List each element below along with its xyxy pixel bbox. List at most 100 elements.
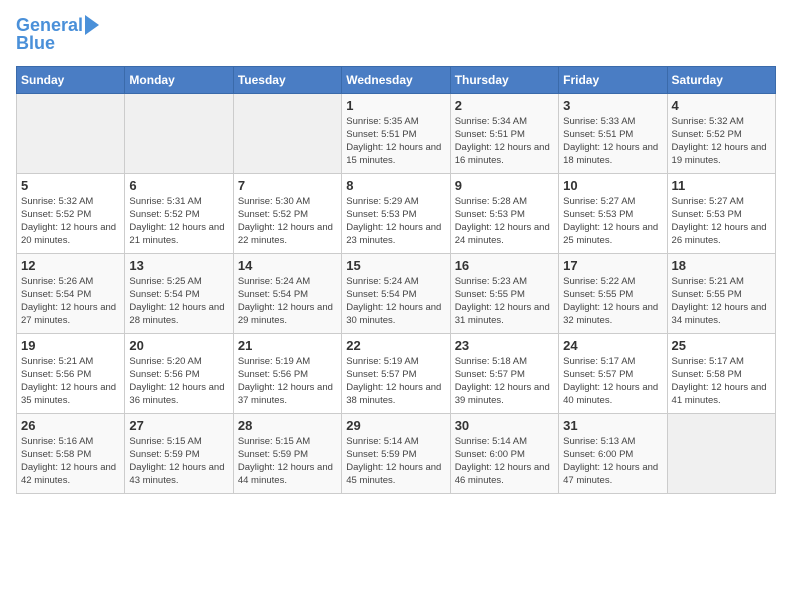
calendar-cell: 26 Sunrise: 5:16 AMSunset: 5:58 PMDayligh… [17, 413, 125, 493]
col-header-thursday: Thursday [450, 66, 558, 93]
calendar-cell: 30 Sunrise: 5:14 AMSunset: 6:00 PMDayligh… [450, 413, 558, 493]
calendar-table: SundayMondayTuesdayWednesdayThursdayFrid… [16, 66, 776, 494]
day-number: 22 [346, 338, 445, 353]
day-info: Sunrise: 5:32 AMSunset: 5:52 PMDaylight:… [672, 115, 771, 168]
day-number: 28 [238, 418, 337, 433]
day-number: 17 [563, 258, 662, 273]
calendar-cell: 14 Sunrise: 5:24 AMSunset: 5:54 PMDayligh… [233, 253, 341, 333]
day-info: Sunrise: 5:18 AMSunset: 5:57 PMDaylight:… [455, 355, 554, 408]
col-header-sunday: Sunday [17, 66, 125, 93]
calendar-cell: 1 Sunrise: 5:35 AMSunset: 5:51 PMDaylight… [342, 93, 450, 173]
day-number: 19 [21, 338, 120, 353]
day-number: 6 [129, 178, 228, 193]
day-number: 1 [346, 98, 445, 113]
calendar-cell: 28 Sunrise: 5:15 AMSunset: 5:59 PMDayligh… [233, 413, 341, 493]
day-info: Sunrise: 5:14 AMSunset: 6:00 PMDaylight:… [455, 435, 554, 488]
col-header-wednesday: Wednesday [342, 66, 450, 93]
calendar-week-3: 12 Sunrise: 5:26 AMSunset: 5:54 PMDayligh… [17, 253, 776, 333]
calendar-cell: 8 Sunrise: 5:29 AMSunset: 5:53 PMDaylight… [342, 173, 450, 253]
calendar-cell: 20Sunrise: 5:20 AMSunset: 5:56 PMDayligh… [125, 333, 233, 413]
day-info: Sunrise: 5:26 AMSunset: 5:54 PMDaylight:… [21, 275, 120, 328]
calendar-cell: 10 Sunrise: 5:27 AMSunset: 5:53 PMDayligh… [559, 173, 667, 253]
day-number: 4 [672, 98, 771, 113]
logo: General Blue [16, 16, 99, 54]
calendar-cell: 24 Sunrise: 5:17 AMSunset: 5:57 PMDayligh… [559, 333, 667, 413]
day-number: 12 [21, 258, 120, 273]
day-number: 9 [455, 178, 554, 193]
calendar-cell: 29 Sunrise: 5:14 AMSunset: 5:59 PMDayligh… [342, 413, 450, 493]
calendar-cell: 19 Sunrise: 5:21 AMSunset: 5:56 PMDayligh… [17, 333, 125, 413]
day-info: Sunrise: 5:33 AMSunset: 5:51 PMDaylight:… [563, 115, 662, 168]
calendar-cell: 7 Sunrise: 5:30 AMSunset: 5:52 PMDaylight… [233, 173, 341, 253]
day-number: 24 [563, 338, 662, 353]
day-number: 2 [455, 98, 554, 113]
calendar-cell: 12 Sunrise: 5:26 AMSunset: 5:54 PMDayligh… [17, 253, 125, 333]
calendar-week-5: 26 Sunrise: 5:16 AMSunset: 5:58 PMDayligh… [17, 413, 776, 493]
day-number: 5 [21, 178, 120, 193]
day-info: Sunrise: 5:16 AMSunset: 5:58 PMDaylight:… [21, 435, 120, 488]
calendar-cell: 17 Sunrise: 5:22 AMSunset: 5:55 PMDayligh… [559, 253, 667, 333]
calendar-cell: 4 Sunrise: 5:32 AMSunset: 5:52 PMDaylight… [667, 93, 775, 173]
day-info: Sunrise: 5:15 AMSunset: 5:59 PMDaylight:… [238, 435, 337, 488]
day-info: Sunrise: 5:23 AMSunset: 5:55 PMDaylight:… [455, 275, 554, 328]
day-info: Sunrise: 5:25 AMSunset: 5:54 PMDaylight:… [129, 275, 228, 328]
day-number: 27 [129, 418, 228, 433]
day-number: 15 [346, 258, 445, 273]
calendar-cell: 27 Sunrise: 5:15 AMSunset: 5:59 PMDayligh… [125, 413, 233, 493]
day-info: Sunrise: 5:21 AMSunset: 5:55 PMDaylight:… [672, 275, 771, 328]
day-info: Sunrise: 5:24 AMSunset: 5:54 PMDaylight:… [346, 275, 445, 328]
logo-arrow-icon [85, 15, 99, 35]
day-info: Sunrise: 5:19 AMSunset: 5:56 PMDaylight:… [238, 355, 337, 408]
day-info: Sunrise: 5:21 AMSunset: 5:56 PMDaylight:… [21, 355, 120, 408]
day-number: 16 [455, 258, 554, 273]
day-info: Sunrise: 5:27 AMSunset: 5:53 PMDaylight:… [563, 195, 662, 248]
day-number: 3 [563, 98, 662, 113]
calendar-cell [125, 93, 233, 173]
col-header-tuesday: Tuesday [233, 66, 341, 93]
day-info: Sunrise: 5:32 AMSunset: 5:52 PMDaylight:… [21, 195, 120, 248]
day-info: Sunrise: 5:30 AMSunset: 5:52 PMDaylight:… [238, 195, 337, 248]
day-info: Sunrise: 5:13 AMSunset: 6:00 PMDaylight:… [563, 435, 662, 488]
day-number: 26 [21, 418, 120, 433]
calendar-cell: 18Sunrise: 5:21 AMSunset: 5:55 PMDayligh… [667, 253, 775, 333]
calendar-week-1: 1 Sunrise: 5:35 AMSunset: 5:51 PMDaylight… [17, 93, 776, 173]
calendar-cell: 9Sunrise: 5:28 AMSunset: 5:53 PMDaylight… [450, 173, 558, 253]
day-number: 8 [346, 178, 445, 193]
day-number: 10 [563, 178, 662, 193]
day-info: Sunrise: 5:29 AMSunset: 5:53 PMDaylight:… [346, 195, 445, 248]
logo-text-blue: Blue [16, 34, 55, 54]
day-info: Sunrise: 5:19 AMSunset: 5:57 PMDaylight:… [346, 355, 445, 408]
day-info: Sunrise: 5:31 AMSunset: 5:52 PMDaylight:… [129, 195, 228, 248]
day-number: 20 [129, 338, 228, 353]
calendar-cell [667, 413, 775, 493]
calendar-week-4: 19 Sunrise: 5:21 AMSunset: 5:56 PMDayligh… [17, 333, 776, 413]
day-info: Sunrise: 5:22 AMSunset: 5:55 PMDaylight:… [563, 275, 662, 328]
day-info: Sunrise: 5:15 AMSunset: 5:59 PMDaylight:… [129, 435, 228, 488]
calendar-cell: 13 Sunrise: 5:25 AMSunset: 5:54 PMDayligh… [125, 253, 233, 333]
day-info: Sunrise: 5:35 AMSunset: 5:51 PMDaylight:… [346, 115, 445, 168]
day-number: 21 [238, 338, 337, 353]
calendar-cell: 22 Sunrise: 5:19 AMSunset: 5:57 PMDayligh… [342, 333, 450, 413]
day-number: 30 [455, 418, 554, 433]
calendar-cell [233, 93, 341, 173]
day-info: Sunrise: 5:14 AMSunset: 5:59 PMDaylight:… [346, 435, 445, 488]
calendar-week-2: 5 Sunrise: 5:32 AMSunset: 5:52 PMDaylight… [17, 173, 776, 253]
calendar-cell [17, 93, 125, 173]
calendar-cell: 3 Sunrise: 5:33 AMSunset: 5:51 PMDaylight… [559, 93, 667, 173]
day-number: 14 [238, 258, 337, 273]
col-header-friday: Friday [559, 66, 667, 93]
calendar-cell: 23 Sunrise: 5:18 AMSunset: 5:57 PMDayligh… [450, 333, 558, 413]
calendar-cell: 16 Sunrise: 5:23 AMSunset: 5:55 PMDayligh… [450, 253, 558, 333]
calendar-cell: 11Sunrise: 5:27 AMSunset: 5:53 PMDayligh… [667, 173, 775, 253]
day-number: 13 [129, 258, 228, 273]
day-number: 7 [238, 178, 337, 193]
day-info: Sunrise: 5:17 AMSunset: 5:57 PMDaylight:… [563, 355, 662, 408]
day-info: Sunrise: 5:27 AMSunset: 5:53 PMDaylight:… [672, 195, 771, 248]
calendar-cell: 21 Sunrise: 5:19 AMSunset: 5:56 PMDayligh… [233, 333, 341, 413]
day-number: 29 [346, 418, 445, 433]
day-info: Sunrise: 5:24 AMSunset: 5:54 PMDaylight:… [238, 275, 337, 328]
col-header-monday: Monday [125, 66, 233, 93]
day-number: 25 [672, 338, 771, 353]
calendar-cell: 6 Sunrise: 5:31 AMSunset: 5:52 PMDaylight… [125, 173, 233, 253]
day-number: 23 [455, 338, 554, 353]
